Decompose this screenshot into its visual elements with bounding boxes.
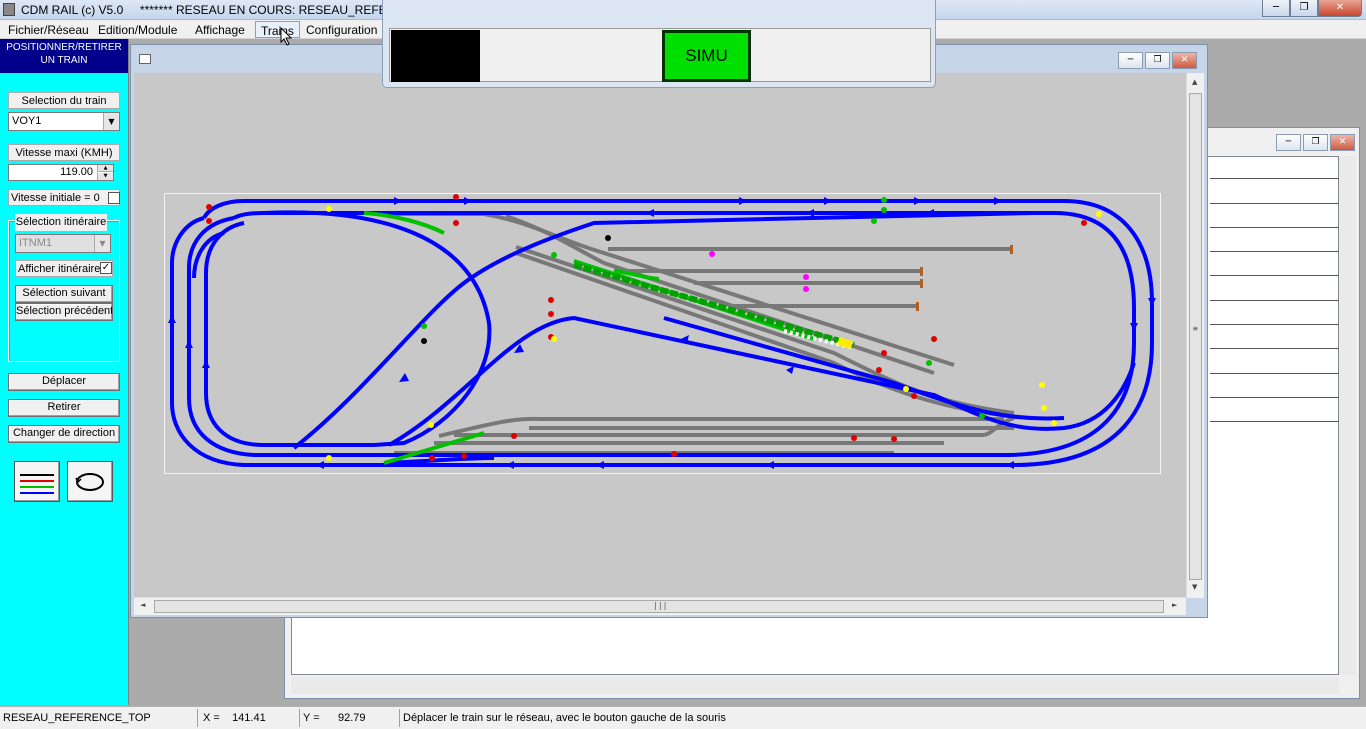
maximize-button[interactable]: ❐ — [1290, 0, 1318, 17]
simulation-window: SIMU — [382, 0, 936, 88]
move-button[interactable]: Déplacer — [8, 373, 120, 391]
menu-fichier-reseau[interactable]: Fichier/Réseau — [3, 21, 94, 38]
show-itinerary-label: Afficher itinéraire — [15, 260, 113, 277]
main-line-tracks — [170, 199, 1154, 467]
initial-speed-checkbox[interactable] — [108, 192, 120, 204]
itinerary-select-value: ITNM1 — [19, 237, 52, 249]
initial-speed-label: Vitesse initiale = 0 — [8, 189, 120, 206]
track-canvas[interactable] — [134, 73, 1186, 598]
layout-maximize-button[interactable]: ❐ — [1145, 52, 1170, 69]
secondary-vertical-scrollbar[interactable] — [1339, 156, 1356, 675]
mouse-cursor-icon — [280, 27, 293, 46]
vertical-scroll-thumb[interactable]: ≡ — [1189, 93, 1202, 580]
chevron-down-icon[interactable]: ▼ — [103, 113, 119, 130]
secondary-close-button[interactable]: ✕ — [1330, 134, 1355, 151]
status-message: Déplacer le train sur le réseau, avec le… — [403, 712, 726, 724]
window-icon — [139, 54, 151, 64]
track-layout-window: ─ ❐ ✕ ▲ ≡ ▼ ◄ ||| ► — [130, 44, 1208, 618]
itinerary-group-label: Sélection itinéraire — [15, 214, 107, 231]
remove-button[interactable]: Retirer — [8, 399, 120, 417]
track-buffers — [916, 245, 1013, 311]
train-control-panel: POSITIONNER/RETIRER UN TRAIN Selection d… — [0, 39, 129, 705]
status-y-coordinate: Y = 92.79 — [300, 709, 400, 727]
secondary-minimize-button[interactable]: ─ — [1276, 134, 1301, 151]
spin-down-icon[interactable]: ▼ — [97, 173, 113, 180]
menu-configuration[interactable]: Configuration — [301, 21, 382, 38]
status-network-name: RESEAU_REFERENCE_TOP — [0, 709, 198, 727]
track-layout-diagram[interactable] — [134, 73, 1186, 598]
layout-minimize-button[interactable]: ─ — [1118, 52, 1143, 69]
menu-edition-module[interactable]: Edition/Module — [93, 21, 182, 38]
track-colors-icon — [20, 474, 54, 494]
select-previous-button[interactable]: Sélection précédent — [15, 303, 113, 321]
train-select[interactable]: VOY1 ▼ — [8, 112, 120, 131]
layout-close-button[interactable]: ✕ — [1172, 52, 1197, 69]
show-itinerary-checkbox[interactable]: ✓ — [100, 262, 112, 274]
app-title: CDM RAIL (c) V5.0 ******* RESEAU EN COUR… — [21, 3, 421, 17]
max-speed-value: 119.00 — [60, 166, 93, 178]
secondary-horizontal-scrollbar[interactable] — [291, 677, 1339, 694]
layout-vertical-scrollbar[interactable]: ▲ ≡ ▼ — [1186, 73, 1204, 598]
chevron-down-icon[interactable]: ▼ — [94, 235, 110, 252]
secondary-maximize-button[interactable]: ❐ — [1303, 134, 1328, 151]
close-button[interactable]: ✕ — [1318, 0, 1362, 17]
layout-horizontal-scrollbar[interactable]: ◄ ||| ► — [134, 597, 1186, 615]
itinerary-select[interactable]: ITNM1 ▼ — [15, 234, 111, 253]
panel-header: POSITIONNER/RETIRER UN TRAIN — [0, 39, 128, 73]
siding-tracks — [374, 212, 1035, 455]
status-bar: RESEAU_REFERENCE_TOP X = 141.41 Y = 92.7… — [0, 706, 1366, 729]
max-speed-label: Vitesse maxi (KMH) — [8, 144, 120, 161]
max-speed-input[interactable]: 119.00 ▲ ▼ — [8, 164, 114, 181]
menu-affichage[interactable]: Affichage — [190, 21, 250, 38]
spin-up-icon[interactable]: ▲ — [97, 165, 113, 172]
loop-button[interactable] — [67, 461, 113, 502]
simulation-panel: SIMU — [389, 28, 931, 82]
loop-icon — [75, 473, 104, 491]
train-select-value: VOY1 — [12, 115, 42, 127]
minimize-button[interactable]: ─ — [1262, 0, 1290, 17]
select-next-button[interactable]: Sélection suivant — [15, 285, 113, 303]
status-x-coordinate: X = 141.41 — [200, 709, 300, 727]
app-icon — [3, 3, 15, 16]
change-direction-button[interactable]: Changer de direction — [8, 425, 120, 443]
simu-button[interactable]: SIMU — [662, 30, 751, 82]
train-selection-label: Selection du train — [8, 92, 120, 109]
horizontal-scroll-thumb[interactable]: ||| — [154, 600, 1164, 613]
track-colors-button[interactable] — [14, 461, 60, 502]
simulation-indicator — [391, 30, 480, 82]
